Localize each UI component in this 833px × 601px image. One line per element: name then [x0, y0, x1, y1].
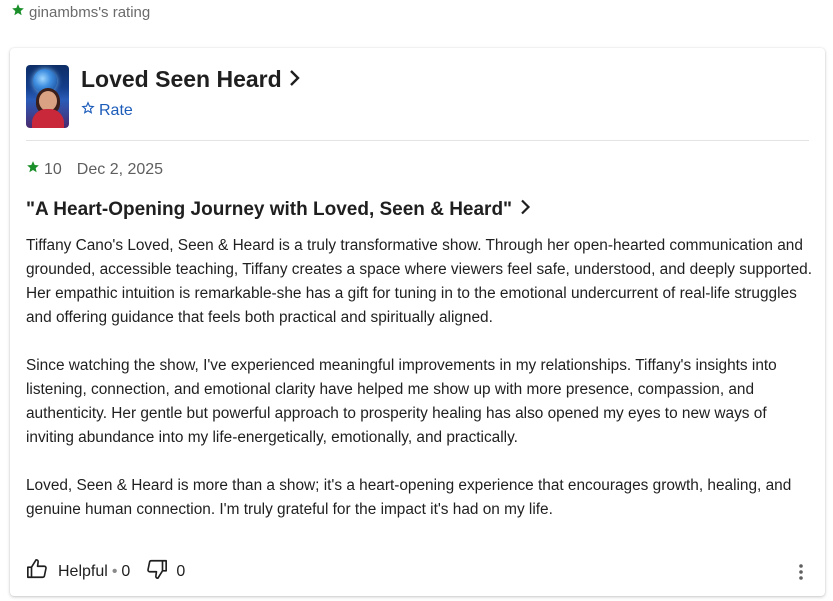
review-paragraph: Tiffany Cano's Loved, Seen & Heard is a …: [26, 237, 812, 326]
star-outline-icon: [81, 101, 95, 120]
thumbs-down-icon: [146, 558, 168, 585]
show-poster[interactable]: [26, 65, 69, 128]
review-date: Dec 2, 2025: [76, 160, 164, 178]
more-vertical-icon: [799, 563, 803, 585]
more-options-button[interactable]: [795, 563, 807, 585]
review-title-link[interactable]: "A Heart-Opening Journey with Loved, See…: [26, 199, 531, 221]
review-score: 10: [44, 160, 62, 178]
helpful-count: 0: [121, 562, 131, 580]
rating-owner-text: ginambms's rating: [29, 3, 151, 21]
review-card: Loved Seen Heard Rate 10 Dec 2, 2025 "A …: [10, 48, 825, 596]
review-meta: 10 Dec 2, 2025: [26, 160, 163, 179]
helpful-button[interactable]: Helpful • 0: [26, 558, 130, 585]
star-filled-icon: [26, 160, 44, 179]
review-paragraph: Loved, Seen & Heard is more than a show;…: [26, 477, 792, 518]
thumbs-up-icon: [26, 558, 48, 585]
chevron-right-icon: [288, 66, 302, 93]
rating-owner-header: ginambms's rating: [11, 3, 150, 21]
helpful-label: Helpful: [58, 562, 108, 580]
not-helpful-button[interactable]: 0: [146, 558, 185, 585]
review-body: Tiffany Cano's Loved, Seen & Heard is a …: [26, 234, 816, 522]
rate-label: Rate: [99, 101, 133, 119]
star-filled-icon: [11, 3, 25, 21]
review-paragraph: Since watching the show, I've experience…: [26, 357, 777, 446]
divider: [26, 140, 809, 141]
not-helpful-count: 0: [176, 562, 186, 580]
show-title-link[interactable]: Loved Seen Heard: [81, 66, 302, 93]
review-actions: Helpful • 0 0: [26, 558, 185, 585]
separator-dot: •: [111, 562, 118, 580]
rate-button[interactable]: Rate: [81, 101, 133, 120]
review-title: "A Heart-Opening Journey with Loved, See…: [26, 199, 513, 220]
show-title: Loved Seen Heard: [81, 66, 282, 92]
chevron-right-icon: [520, 199, 531, 221]
